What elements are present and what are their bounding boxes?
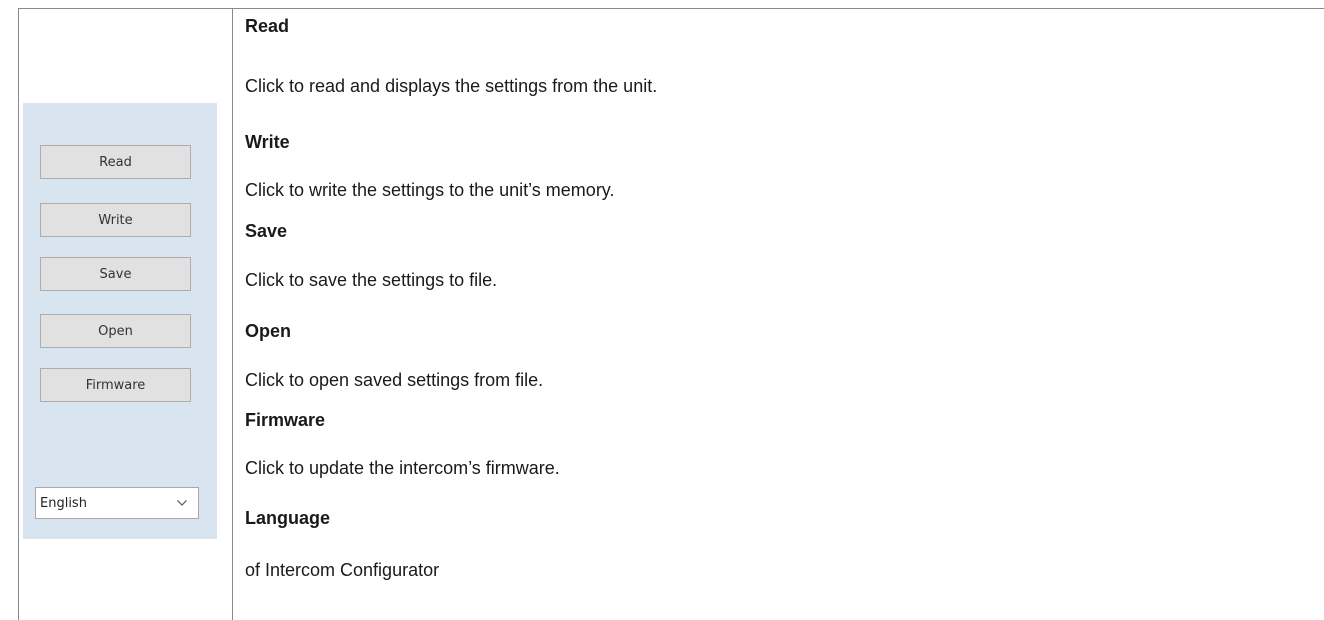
open-button[interactable]: Open	[40, 314, 191, 348]
table-left-border	[18, 8, 19, 620]
table-top-border	[18, 8, 1324, 9]
definition-open: Click to open saved settings from file.	[245, 370, 544, 390]
term-save: Save	[245, 221, 288, 241]
definition-save: Click to save the settings to file.	[245, 270, 498, 290]
read-button[interactable]: Read	[40, 145, 191, 179]
term-write: Write	[245, 132, 290, 152]
table-column-divider	[232, 8, 233, 620]
language-select-value: English	[40, 496, 87, 511]
definition-firmware: Click to update the intercom’s firmware.	[245, 458, 560, 478]
term-open: Open	[245, 321, 292, 341]
definition-write: Click to write the settings to the unit’…	[245, 180, 615, 200]
configurator-side-panel: Read Write Save Open Firmware English	[23, 103, 217, 539]
save-button[interactable]: Save	[40, 257, 191, 291]
term-language: Language	[245, 508, 331, 528]
definition-language: of Intercom Configurator	[245, 560, 440, 580]
term-read: Read	[245, 16, 290, 36]
chevron-down-icon	[177, 500, 187, 506]
write-button[interactable]: Write	[40, 203, 191, 237]
language-select[interactable]: English	[35, 487, 199, 519]
firmware-button[interactable]: Firmware	[40, 368, 191, 402]
term-firmware: Firmware	[245, 410, 326, 430]
definition-read: Click to read and displays the settings …	[245, 76, 658, 96]
